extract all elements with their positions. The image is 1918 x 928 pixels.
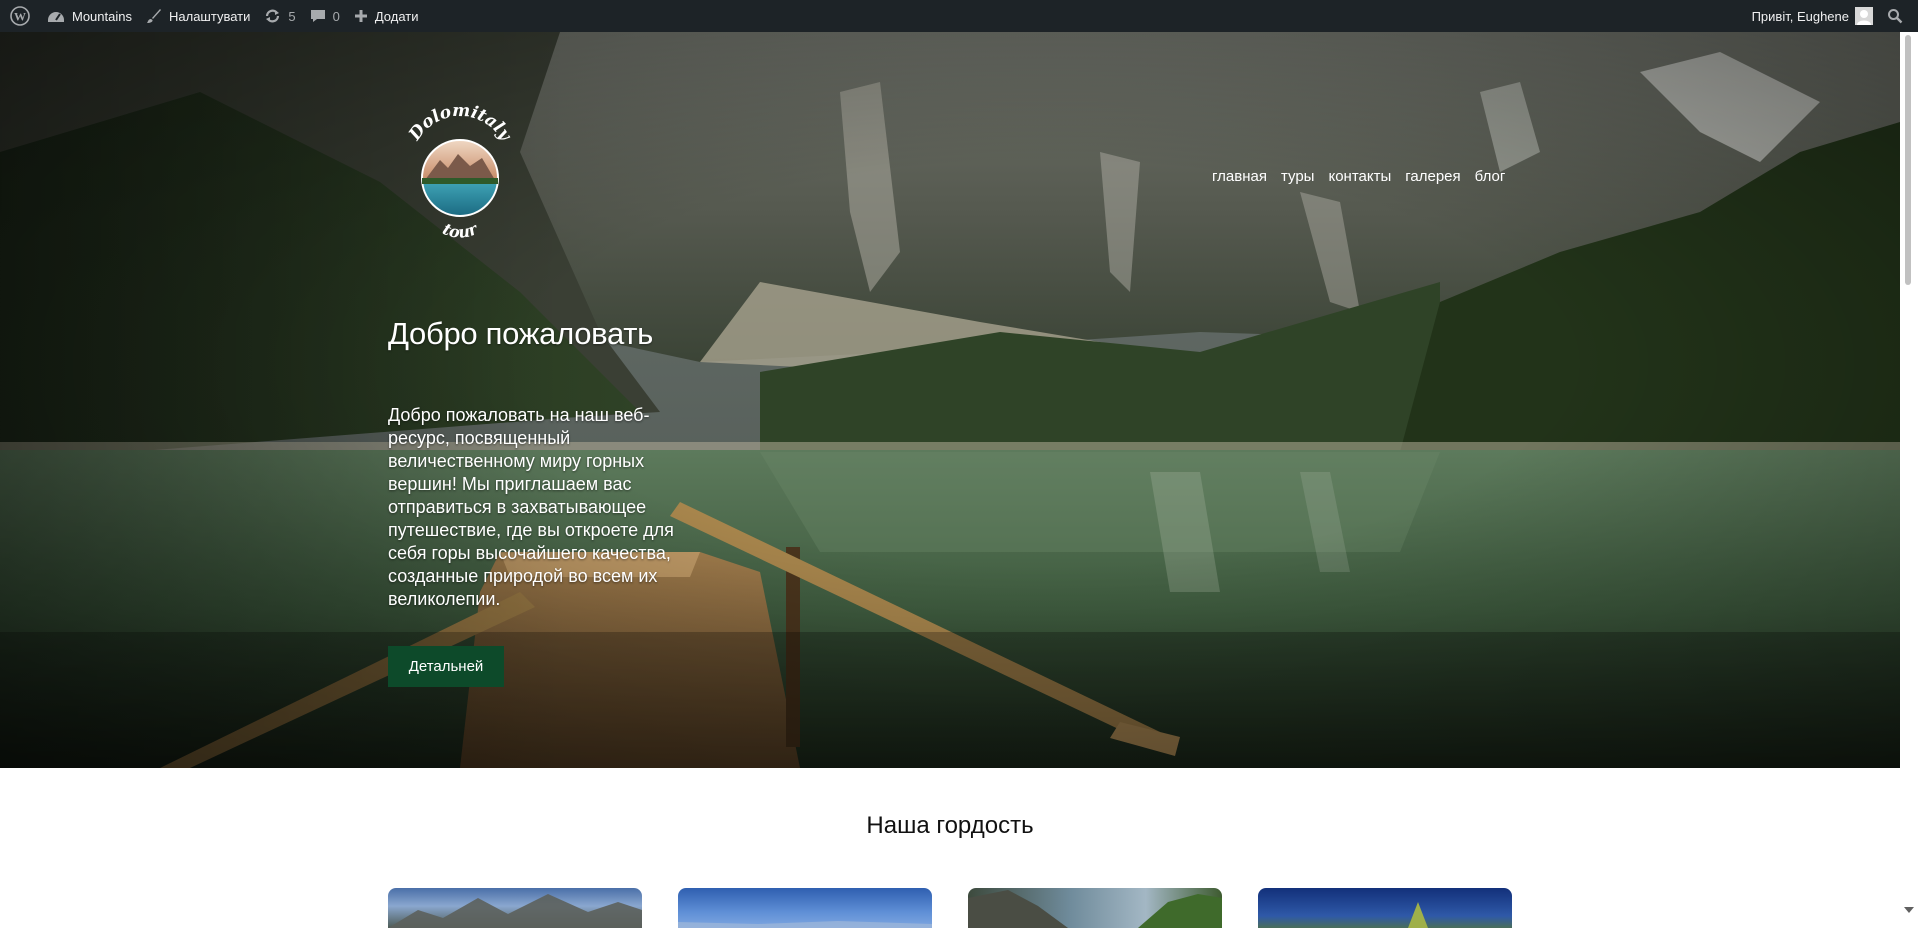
refresh-icon xyxy=(264,8,281,24)
search-icon xyxy=(1887,8,1903,24)
customize-link[interactable]: Налаштувати xyxy=(139,0,257,32)
customize-label: Налаштувати xyxy=(168,8,251,24)
nav-item-contacts[interactable]: контакты xyxy=(1328,168,1391,185)
nav-item-home[interactable]: главная xyxy=(1212,168,1267,185)
main-navigation: главная туры контакты галерея блог xyxy=(1212,168,1505,185)
avatar xyxy=(1855,7,1873,25)
tour-card-image xyxy=(1408,902,1428,928)
updates-link[interactable]: 5 xyxy=(257,0,302,32)
comments-link[interactable]: 0 xyxy=(303,0,347,32)
hero-description: Добро пожаловать на наш веб-ресурс, посв… xyxy=(388,405,674,609)
page-scrollbar[interactable] xyxy=(1900,32,1918,915)
tour-card-image xyxy=(968,890,1222,928)
tour-card[interactable] xyxy=(968,888,1222,928)
nav-item-tours[interactable]: туры xyxy=(1281,168,1315,185)
tour-card[interactable] xyxy=(678,888,932,928)
dashboard-icon xyxy=(47,8,65,24)
site-logo[interactable]: Dolomitaly tour xyxy=(400,101,520,242)
section-title: Наша гордость xyxy=(866,812,1034,839)
scrollbar-thumb[interactable] xyxy=(1905,35,1911,285)
comments-count: 0 xyxy=(332,8,340,24)
wordpress-menu[interactable]: W xyxy=(6,0,40,32)
new-content-label: Додати xyxy=(374,8,419,24)
comment-icon xyxy=(310,8,326,24)
tour-card[interactable] xyxy=(388,888,642,928)
tour-card-image xyxy=(678,921,932,928)
hero-vignette-overlay xyxy=(0,32,1900,768)
nav-item-blog[interactable]: блог xyxy=(1475,168,1506,185)
tour-card[interactable] xyxy=(1258,888,1512,928)
admin-bar-right: Привіт, Eughene xyxy=(1745,0,1910,32)
wordpress-icon: W xyxy=(10,6,30,26)
tour-cards xyxy=(388,888,1512,928)
svg-text:W: W xyxy=(14,10,26,24)
logo-top-text: Dolomitaly xyxy=(405,101,516,145)
site-name-label: Mountains xyxy=(72,8,132,24)
search-button[interactable] xyxy=(1880,0,1910,32)
plus-icon xyxy=(354,9,368,23)
tour-card-image xyxy=(388,894,642,928)
logo-bottom-text: tour xyxy=(440,219,481,242)
updates-count: 5 xyxy=(288,8,296,24)
nav-item-gallery[interactable]: галерея xyxy=(1405,168,1460,185)
hero-section: Dolomitaly tour главная туры контакты га… xyxy=(0,32,1900,768)
admin-bar-left: W Mountains Налаштувати 5 0 Додати xyxy=(6,0,425,32)
new-content-link[interactable]: Додати xyxy=(347,0,426,32)
admin-bar: W Mountains Налаштувати 5 0 Додати Приві… xyxy=(0,0,1918,32)
svg-text:tour: tour xyxy=(440,219,481,242)
hero-title: Добро пожаловать xyxy=(388,316,653,351)
scroll-down-arrow-icon[interactable] xyxy=(1904,907,1914,913)
account-menu[interactable]: Привіт, Eughene xyxy=(1745,0,1880,32)
brush-icon xyxy=(146,8,162,24)
greeting-label: Привіт, Eughene xyxy=(1751,8,1849,24)
svg-text:Dolomitaly: Dolomitaly xyxy=(405,102,516,145)
details-button[interactable]: Детальней xyxy=(388,646,504,687)
site-name-link[interactable]: Mountains xyxy=(40,0,139,32)
